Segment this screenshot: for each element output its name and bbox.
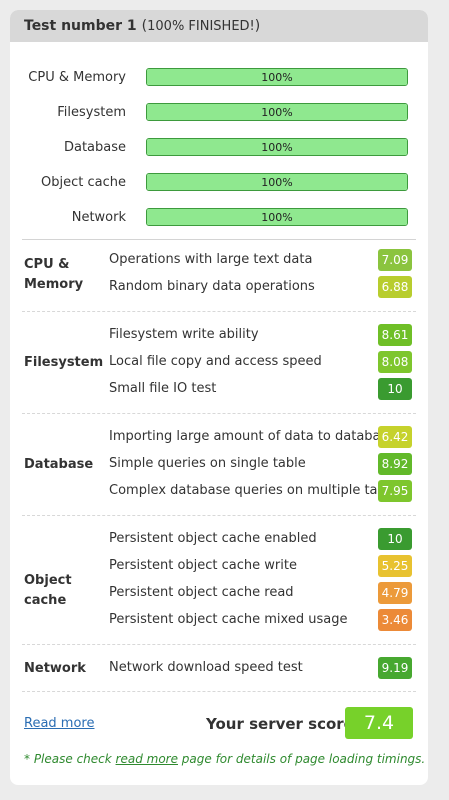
category-cpu-memory: CPU & Memory — [24, 255, 110, 295]
category-database: Database — [24, 457, 94, 472]
progress-bar: 100% — [146, 208, 408, 226]
section-divider — [22, 239, 416, 240]
progress-label: Database — [63, 139, 126, 155]
footer-note: * Please check read more page for detail… — [24, 752, 425, 766]
test-name: Random binary data operations — [109, 279, 315, 294]
score-badge: 7.95 — [378, 480, 412, 502]
score-badge: 6.88 — [378, 276, 412, 298]
category-label-line1: CPU & — [24, 257, 70, 272]
progress-bar: 100% — [146, 173, 408, 191]
section-divider — [22, 311, 416, 312]
score-badge: 10 — [378, 528, 412, 550]
score-badge: 7.09 — [378, 249, 412, 271]
progress-bar: 100% — [146, 138, 408, 156]
score-badge: 3.46 — [378, 609, 412, 631]
server-score-badge: 7.4 — [345, 707, 413, 739]
score-badge: 4.79 — [378, 582, 412, 604]
progress-percent: 100% — [261, 105, 293, 119]
test-name: Local file copy and access speed — [109, 354, 322, 369]
section-divider — [22, 515, 416, 516]
note-prefix: * Please check — [24, 752, 116, 766]
progress-percent: 100% — [261, 175, 293, 189]
test-name: Filesystem write ability — [109, 327, 259, 342]
section-divider — [22, 691, 416, 692]
test-title: Test number 1 — [24, 18, 137, 34]
score-badge: 8.61 — [378, 324, 412, 346]
progress-label: Object cache — [41, 174, 126, 190]
test-name: Operations with large text data — [109, 252, 313, 267]
category-network: Network — [24, 661, 86, 676]
progress-percent: 100% — [261, 140, 293, 154]
test-name: Persistent object cache enabled — [109, 531, 317, 546]
progress-row-cpu: CPU & Memory 100% — [10, 67, 428, 87]
server-score-label: Your server score — [206, 715, 354, 733]
note-read-more-link[interactable]: read more — [116, 752, 178, 766]
section-divider — [22, 413, 416, 414]
test-name: Complex database queries on multiple tab… — [109, 483, 405, 498]
section-divider — [22, 644, 416, 645]
progress-percent: 100% — [261, 70, 293, 84]
score-badge: 9.19 — [378, 657, 412, 679]
category-filesystem: Filesystem — [24, 355, 104, 370]
score-badge: 8.92 — [378, 453, 412, 475]
read-more-link[interactable]: Read more — [24, 716, 94, 731]
score-badge: 8.08 — [378, 351, 412, 373]
test-name: Persistent object cache read — [109, 585, 294, 600]
test-name: Small file IO test — [109, 381, 217, 396]
test-name: Persistent object cache write — [109, 558, 297, 573]
category-object-cache: Object cache — [24, 573, 72, 608]
score-badge: 6.42 — [378, 426, 412, 448]
status-paren-close: ) — [254, 18, 261, 34]
test-name: Importing large amount of data to databa… — [109, 429, 396, 444]
progress-percent: 100% — [261, 210, 293, 224]
note-suffix: page for details of page loading timings… — [177, 752, 426, 766]
test-name: Network download speed test — [109, 660, 303, 675]
progress-label: CPU & Memory — [28, 69, 126, 85]
progress-bar: 100% — [146, 103, 408, 121]
test-name: Simple queries on single table — [109, 456, 306, 471]
score-badge: 5.25 — [378, 555, 412, 577]
test-name: Persistent object cache mixed usage — [109, 612, 348, 627]
progress-label: Filesystem — [57, 104, 126, 120]
progress-row-database: Database 100% — [10, 137, 428, 157]
progress-label: Network — [71, 209, 126, 225]
progress-row-filesystem: Filesystem 100% — [10, 102, 428, 122]
score-badge: 10 — [378, 378, 412, 400]
test-status: 100% FINISHED! — [147, 18, 255, 34]
progress-bar: 100% — [146, 68, 408, 86]
progress-row-network: Network 100% — [10, 207, 428, 227]
category-label-line2: Memory — [24, 277, 84, 292]
progress-row-object-cache: Object cache 100% — [10, 172, 428, 192]
test-results-card: Test number 1 (100% FINISHED!) CPU & Mem… — [10, 10, 428, 785]
card-header: Test number 1 (100% FINISHED!) — [10, 10, 428, 42]
